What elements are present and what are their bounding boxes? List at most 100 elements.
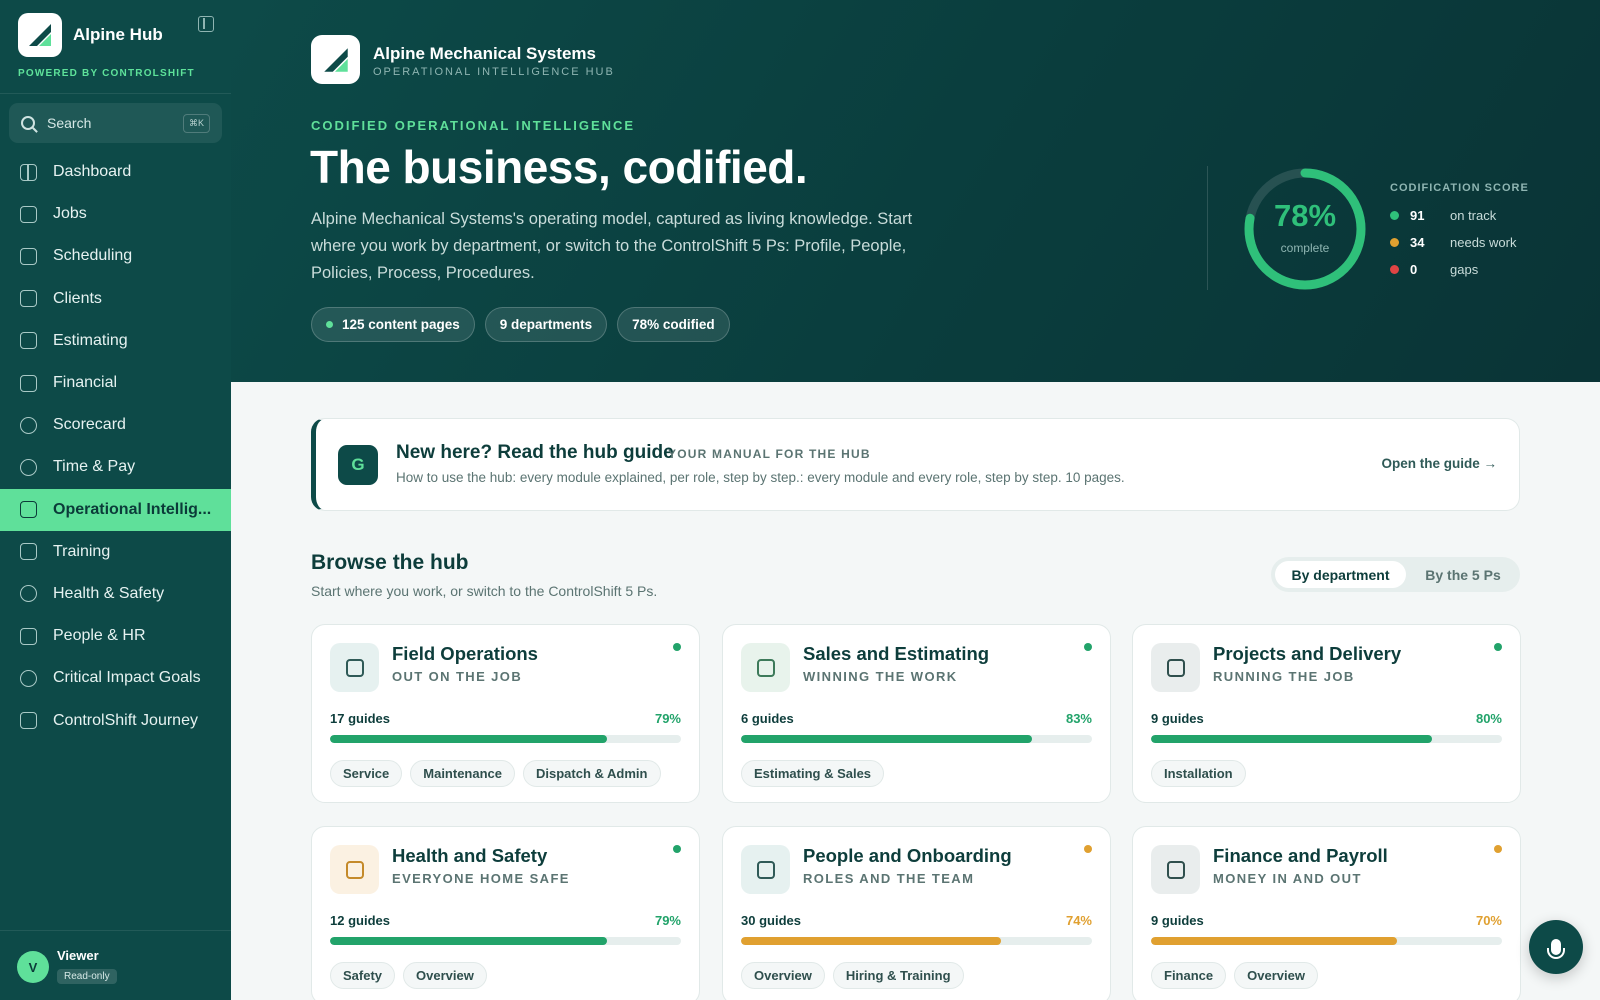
dashboard-icon	[20, 163, 37, 181]
department-card[interactable]: Projects and Delivery RUNNING THE JOB 9 gu…	[1132, 624, 1521, 803]
page-title: The business, codified.	[310, 141, 808, 193]
progress-percent: 79%	[654, 913, 681, 928]
card-title: Finance and Payroll	[1213, 845, 1388, 866]
score-needs-work: 34 needs work	[1390, 235, 1516, 250]
target-icon	[20, 669, 37, 687]
tag-list: Overview Hiring & Training	[741, 962, 964, 989]
progress-fill	[741, 937, 1001, 945]
tag[interactable]: Hiring & Training	[832, 962, 964, 989]
tag[interactable]: Overview	[403, 962, 487, 989]
toggle-by-5ps[interactable]: By the 5 Ps	[1410, 561, 1516, 588]
hub-guide-banner[interactable]: G New here? Read the hub guide YOUR MANU…	[311, 418, 1520, 511]
score-sub: complete	[1280, 241, 1330, 255]
tag[interactable]: Overview	[741, 962, 825, 989]
sidebar-item-controlshift-journey[interactable]: ControlShift Journey	[0, 699, 231, 741]
card-title: Field Operations	[392, 643, 538, 664]
sidebar-item-estimating[interactable]: Estimating	[0, 320, 231, 362]
hero-description: Alpine Mechanical Systems's operating mo…	[311, 210, 913, 282]
guide-count: 6 guides	[741, 711, 794, 726]
book-icon	[20, 501, 37, 519]
sidebar-item-time-pay[interactable]: Time & Pay	[0, 446, 231, 488]
browse-subtitle: Start where you work, or switch to the C…	[311, 583, 658, 599]
sidebar-item-label: Critical Impact Goals	[53, 669, 201, 687]
tag[interactable]: Overview	[1234, 962, 1318, 989]
search-label: Search	[47, 115, 92, 131]
status-dot	[1494, 643, 1502, 651]
department-card[interactable]: Health and Safety EVERYONE HOME SAFE 12 gu…	[311, 826, 700, 1000]
sidebar-item-dashboard[interactable]: Dashboard	[0, 151, 231, 193]
sidebar-item-label: Operational Intellig...	[53, 500, 212, 518]
search-icon	[21, 116, 35, 130]
tag-list: Estimating & Sales	[741, 760, 885, 787]
sidebar-item-financial[interactable]: Financial	[0, 362, 231, 404]
icon-glyph	[345, 658, 364, 677]
status-dot	[1390, 211, 1399, 220]
company-name: Alpine Mechanical Systems	[373, 44, 596, 63]
sidebar-item-label: Financial	[53, 374, 118, 392]
sidebar-item-label: Jobs	[53, 205, 87, 223]
sidebar-item-label: Training	[53, 542, 111, 560]
hero: Alpine Mechanical Systems OPERATIONAL IN…	[231, 0, 1600, 382]
sidebar-item-label: ControlShift Journey	[53, 711, 198, 729]
score-gaps: 0 gaps	[1390, 262, 1478, 277]
stat-pill-departments: 9 departments	[484, 307, 608, 342]
divider	[1207, 166, 1208, 290]
progress-fill	[1151, 937, 1397, 945]
alpine-logo-icon	[18, 13, 62, 57]
company-logo-icon	[311, 35, 360, 84]
card-subtitle: RUNNING THE JOB	[1213, 669, 1355, 684]
sidebar-item-critical-impact-goals[interactable]: Critical Impact Goals	[0, 657, 231, 699]
status-dot	[673, 845, 681, 853]
voice-assistant-button[interactable]	[1529, 920, 1583, 974]
progress-fill	[330, 735, 608, 743]
card-subtitle: ROLES AND THE TEAM	[803, 871, 975, 886]
sidebar-item-people-hr[interactable]: People & HR	[0, 615, 231, 657]
toggle-by-department[interactable]: By department	[1275, 561, 1406, 588]
guide-badge: G	[338, 445, 378, 485]
progress-percent: 70%	[1475, 913, 1502, 928]
tag[interactable]: Service	[330, 760, 403, 787]
status-dot	[673, 643, 681, 651]
tag[interactable]: Installation	[1151, 760, 1246, 787]
credit-card-icon	[20, 374, 37, 392]
user-panel[interactable]: V Viewer Read-only	[0, 930, 231, 1000]
tag[interactable]: Finance	[1151, 962, 1227, 989]
tag-list: Installation	[1151, 760, 1246, 787]
sidebar-item-clients[interactable]: Clients	[0, 278, 231, 320]
sidebar-item-label: Time & Pay	[53, 458, 136, 476]
sidebar-item-scorecard[interactable]: Scorecard	[0, 404, 231, 446]
status-dot	[326, 321, 333, 328]
brand[interactable]: Alpine Hub	[18, 13, 163, 57]
department-card[interactable]: Sales and Estimating WINNING THE WORK 6 gu…	[722, 624, 1111, 803]
powered-by: POWERED BY CONTROLSHIFT	[18, 68, 195, 79]
sidebar-item-label: Estimating	[53, 331, 128, 349]
briefcase-icon	[20, 205, 37, 223]
progress-fill	[1151, 735, 1432, 743]
progress-bar	[1151, 735, 1502, 743]
tag[interactable]: Dispatch & Admin	[523, 760, 661, 787]
graduation-cap-icon	[20, 543, 37, 561]
sidebar-item-label: Scheduling	[53, 247, 133, 265]
tag[interactable]: Safety	[330, 962, 396, 989]
department-card[interactable]: People and Onboarding ROLES AND THE TEAM 3…	[722, 826, 1111, 1000]
sidebar-item-label: Dashboard	[53, 163, 132, 181]
browse-title: Browse the hub	[311, 551, 469, 574]
card-title: Health and Safety	[392, 845, 548, 866]
sidebar-item-jobs[interactable]: Jobs	[0, 193, 231, 235]
collapse-sidebar-icon[interactable]	[198, 16, 214, 32]
sidebar-item-training[interactable]: Training	[0, 531, 231, 573]
sidebar-item-scheduling[interactable]: Scheduling	[0, 235, 231, 277]
open-guide-link[interactable]: Open the guide →	[1381, 456, 1497, 471]
card-subtitle: MONEY IN AND OUT	[1213, 871, 1362, 886]
department-card[interactable]: Field Operations OUT ON THE JOB 17 guides 7…	[311, 624, 700, 803]
progress-percent: 74%	[1065, 913, 1092, 928]
tag-list: Safety Overview	[330, 962, 487, 989]
department-card[interactable]: Finance and Payroll MONEY IN AND OUT 9 gui…	[1132, 826, 1521, 1000]
sidebar-item-health-safety[interactable]: Health & Safety	[0, 573, 231, 615]
tag[interactable]: Estimating & Sales	[741, 760, 885, 787]
sidebar-item-operational-intellig[interactable]: Operational Intellig...	[0, 488, 231, 531]
stat-pill-pages: 125 content pages	[311, 307, 475, 342]
tag[interactable]: Maintenance	[410, 760, 516, 787]
guide-count: 30 guides	[741, 913, 801, 928]
search-button[interactable]: Search ⌘K	[9, 103, 222, 143]
